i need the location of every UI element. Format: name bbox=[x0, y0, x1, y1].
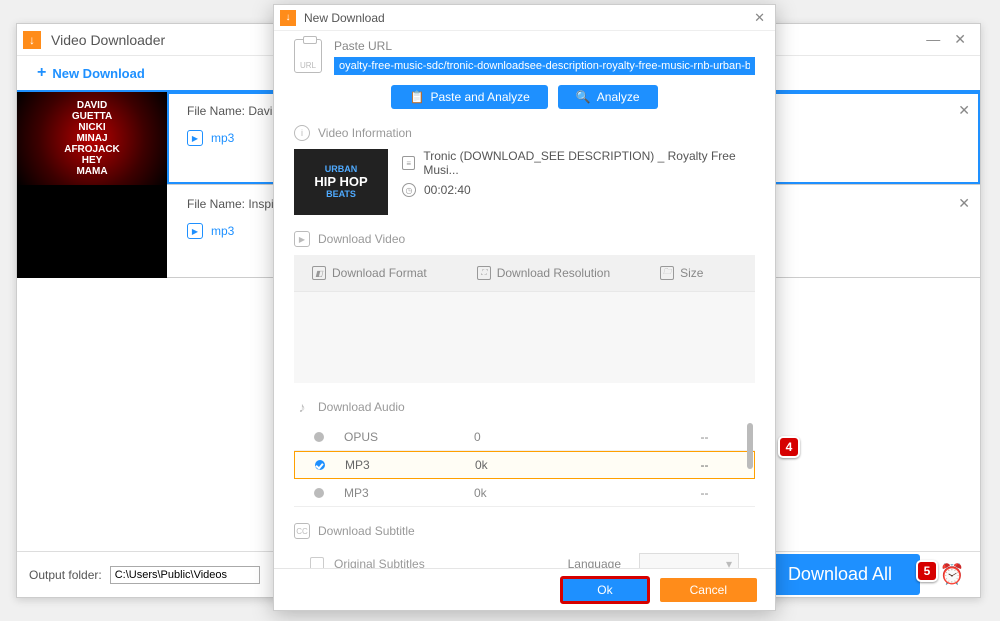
folder-icon: 🗀 bbox=[660, 266, 674, 280]
video-information-label: Video Information bbox=[318, 126, 412, 140]
schedule-icon[interactable]: ⏰ bbox=[936, 559, 968, 591]
clock-icon: ◷ bbox=[402, 183, 416, 197]
video-thumbnail: URBAN HIP HOP BEATS bbox=[294, 149, 388, 215]
document-icon: ≡ bbox=[402, 156, 415, 170]
audio-icon: ▶ bbox=[187, 223, 203, 239]
new-download-button[interactable]: + New Download bbox=[17, 64, 165, 82]
paste-icon: 📋 bbox=[409, 90, 424, 104]
paste-url-label: Paste URL bbox=[334, 39, 755, 53]
video-title: Tronic (DOWNLOAD_SEE DESCRIPTION) _ Roya… bbox=[423, 149, 755, 177]
video-duration: 00:02:40 bbox=[424, 183, 471, 197]
minimize-button[interactable]: — bbox=[926, 31, 940, 48]
plus-icon: + bbox=[37, 64, 46, 82]
dialog-titlebar: ↓ New Download ✕ bbox=[274, 5, 775, 31]
item-close-button[interactable]: ✕ bbox=[958, 195, 970, 212]
audio-icon: ▶ bbox=[187, 130, 203, 146]
download-all-button[interactable]: Download All bbox=[760, 554, 920, 595]
dialog-icon: ↓ bbox=[280, 10, 296, 26]
radio-icon bbox=[314, 432, 324, 442]
output-folder-input[interactable] bbox=[110, 566, 260, 584]
dialog-close-button[interactable]: ✕ bbox=[750, 10, 769, 26]
language-label: Language bbox=[568, 557, 621, 568]
format-icon: ◧ bbox=[312, 266, 326, 280]
item-thumbnail: DAVID GUETTA NICKI MINAJ AFROJACK HEY MA… bbox=[17, 92, 167, 185]
language-select[interactable]: ▾ bbox=[639, 553, 739, 568]
close-button[interactable]: ✕ bbox=[954, 31, 966, 48]
ok-button[interactable]: Ok bbox=[560, 576, 649, 604]
audio-option-row[interactable]: MP3 0k -- bbox=[294, 451, 755, 479]
item-close-button[interactable]: ✕ bbox=[958, 102, 970, 119]
original-subtitles-label: Original Subtitles bbox=[334, 557, 425, 568]
dialog-title: New Download bbox=[304, 11, 385, 25]
new-download-dialog: ↓ New Download ✕ URL Paste URL 📋 Paste a… bbox=[273, 4, 776, 611]
paste-analyze-button[interactable]: 📋 Paste and Analyze bbox=[391, 85, 547, 109]
url-input[interactable] bbox=[334, 57, 755, 75]
scrollbar-thumb[interactable] bbox=[747, 423, 753, 469]
resolution-icon: ⛶ bbox=[477, 266, 491, 280]
search-icon: 🔍 bbox=[576, 90, 591, 104]
audio-icon: ♪ bbox=[294, 399, 310, 415]
download-video-body bbox=[294, 291, 755, 383]
download-audio-label: Download Audio bbox=[318, 400, 405, 414]
app-title: Video Downloader bbox=[51, 32, 165, 48]
info-icon: i bbox=[294, 125, 310, 141]
annotation-4: 4 bbox=[778, 436, 800, 458]
download-video-headers: ◧Download Format ⛶Download Resolution 🗀S… bbox=[294, 255, 755, 291]
cancel-button[interactable]: Cancel bbox=[660, 578, 757, 602]
output-folder-label: Output folder: bbox=[29, 568, 102, 582]
audio-list: OPUS 0 -- MP3 0k -- MP3 0k -- bbox=[294, 423, 755, 507]
app-icon: ↓ bbox=[23, 31, 41, 49]
download-video-label: Download Video bbox=[318, 232, 405, 246]
analyze-button[interactable]: 🔍 Analyze bbox=[558, 85, 658, 109]
clipboard-icon: URL bbox=[294, 39, 322, 73]
annotation-5: 5 bbox=[916, 560, 938, 582]
item-thumbnail bbox=[17, 185, 167, 278]
download-subtitle-label: Download Subtitle bbox=[318, 524, 415, 538]
dialog-footer: Ok Cancel bbox=[274, 568, 775, 610]
audio-option-row[interactable]: MP3 0k -- bbox=[294, 479, 755, 507]
audio-option-row[interactable]: OPUS 0 -- bbox=[294, 423, 755, 451]
radio-icon bbox=[314, 488, 324, 498]
cc-icon: CC bbox=[294, 523, 310, 539]
original-subtitles-checkbox[interactable] bbox=[310, 557, 324, 568]
radio-icon bbox=[315, 460, 325, 470]
video-icon: ▶ bbox=[294, 231, 310, 247]
